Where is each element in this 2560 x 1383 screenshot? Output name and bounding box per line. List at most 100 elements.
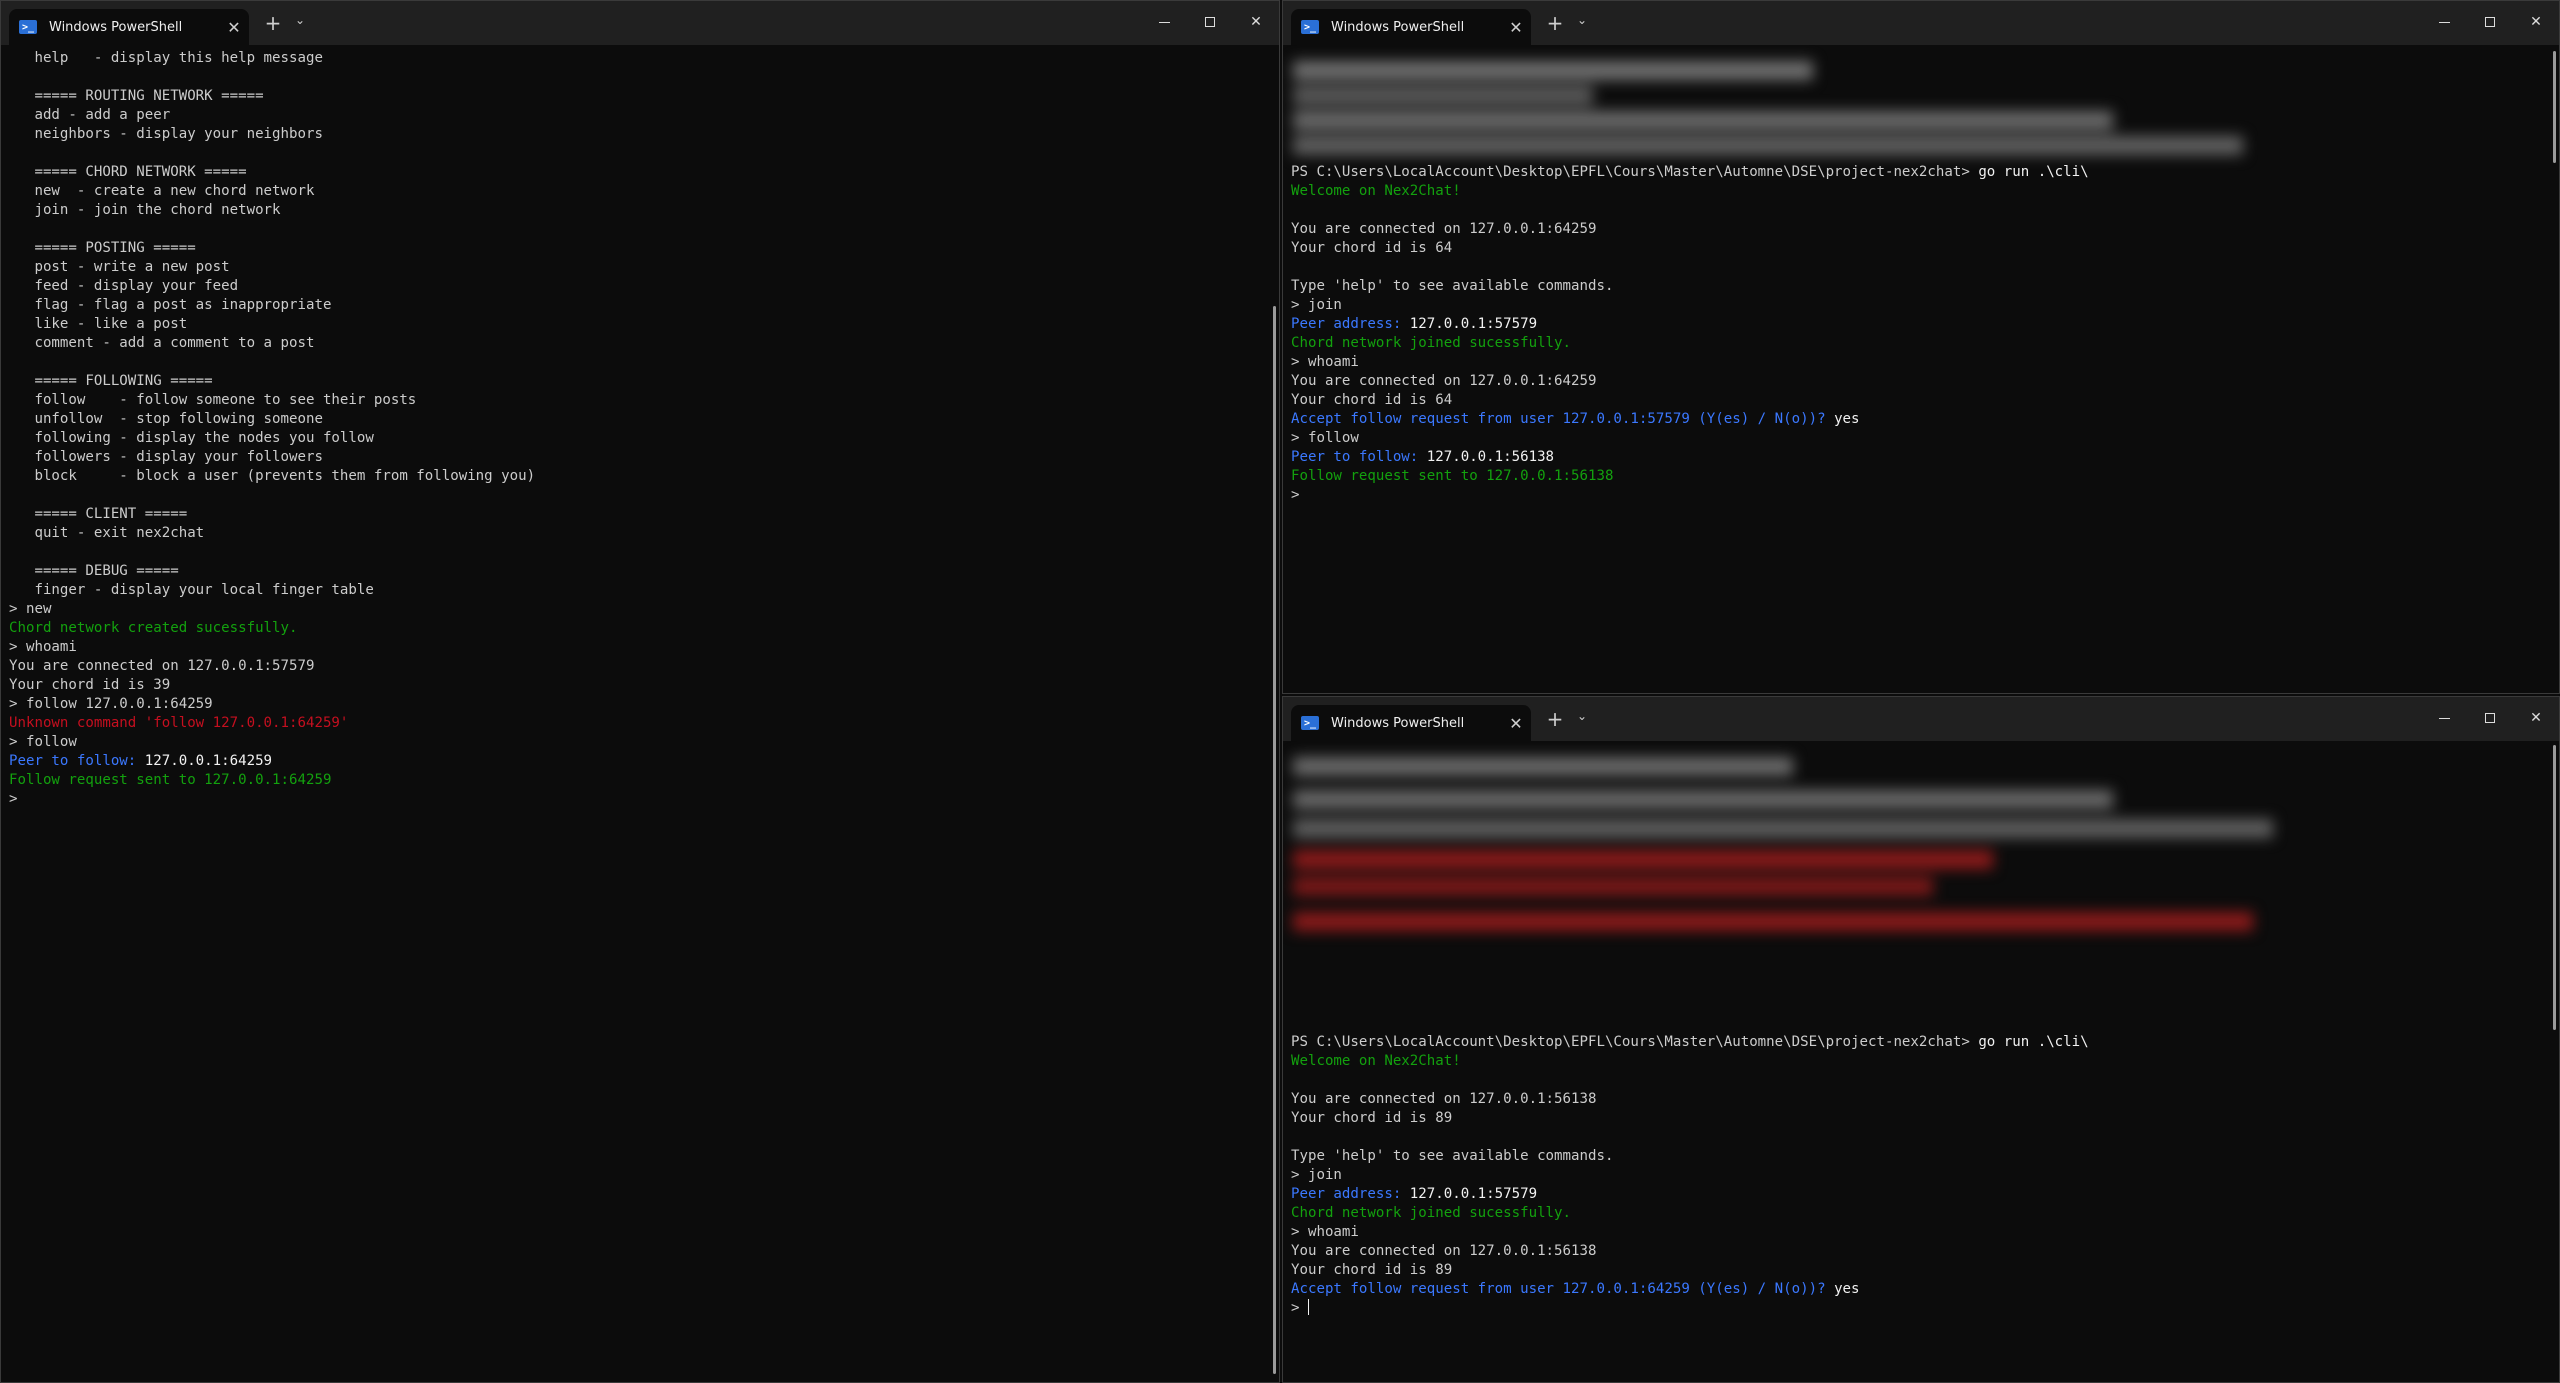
line-text: > xyxy=(9,791,18,807)
line-text: ===== POSTING ===== xyxy=(9,240,196,256)
line-text: Peer to follow: xyxy=(1291,449,1427,465)
chevron-down-icon[interactable]: ⌄ xyxy=(1573,709,1591,723)
scrollbar[interactable] xyxy=(2553,745,2556,1030)
terminal-line: Peer address: 127.0.0.1:57579 xyxy=(1291,1185,2541,1204)
terminal-line: > whoami xyxy=(9,638,1261,657)
terminal-line: Your chord id is 89 xyxy=(1291,1261,2541,1280)
terminal-line: follow - follow someone to see their pos… xyxy=(9,391,1261,410)
title-bar[interactable]: >_ Windows PowerShell ✕ + ⌄ ✕ xyxy=(1283,697,2559,741)
terminal-line: > follow 127.0.0.1:64259 xyxy=(9,695,1261,714)
terminal-line: PS C:\Users\LocalAccount\Desktop\EPFL\Co… xyxy=(1291,163,2541,182)
terminal-line: join - join the chord network xyxy=(9,201,1261,220)
title-bar[interactable]: >_ Windows PowerShell ✕ + ⌄ ✕ xyxy=(1283,1,2559,45)
tab-title: Windows PowerShell xyxy=(1331,19,1465,35)
scrollbar[interactable] xyxy=(1273,306,1276,1374)
terminal-output[interactable]: help - display this help message ===== R… xyxy=(9,49,1261,1382)
terminal-line: Type 'help' to see available commands. xyxy=(1291,1147,2541,1166)
close-window-button[interactable]: ✕ xyxy=(1233,7,1279,37)
maximize-button[interactable] xyxy=(1187,7,1233,37)
line-text: quit - exit nex2chat xyxy=(9,525,205,541)
line-input-value: 127.0.0.1:64259 xyxy=(144,753,273,769)
terminal-line: > xyxy=(9,790,1261,809)
line-text: ===== CHORD NETWORK ===== xyxy=(9,164,247,180)
terminal-line: add - add a peer xyxy=(9,106,1261,125)
minimize-button[interactable] xyxy=(2421,7,2467,37)
terminal-line: neighbors - display your neighbors xyxy=(9,125,1261,144)
line-text: > whoami xyxy=(1291,1224,1359,1240)
line-text: > join xyxy=(1291,1167,1342,1183)
terminal-output[interactable]: PS C:\Users\LocalAccount\Desktop\EPFL\Co… xyxy=(1291,163,2541,693)
minimize-button[interactable] xyxy=(2421,703,2467,733)
close-tab-icon[interactable]: ✕ xyxy=(1501,714,1531,733)
scrollbar[interactable] xyxy=(2553,51,2556,163)
terminal-line: like - like a post xyxy=(9,315,1261,334)
terminal-line: comment - add a comment to a post xyxy=(9,334,1261,353)
line-text: Chord network created sucessfully. xyxy=(9,620,298,636)
line-text: neighbors - display your neighbors xyxy=(9,126,323,142)
line-text: Welcome on Nex2Chat! xyxy=(1291,1053,1461,1069)
terminal-line: Chord network joined sucessfully. xyxy=(1291,1204,2541,1223)
terminal-line: PS C:\Users\LocalAccount\Desktop\EPFL\Co… xyxy=(1291,1033,2541,1052)
close-window-button[interactable]: ✕ xyxy=(2513,703,2559,733)
terminal-line: > whoami xyxy=(1291,353,2541,372)
terminal-tab[interactable]: >_ Windows PowerShell ✕ xyxy=(9,9,249,45)
powershell-window-top-right[interactable]: >_ Windows PowerShell ✕ + ⌄ ✕ PS C:\User… xyxy=(1282,0,2560,694)
redacted-output xyxy=(1293,747,2293,1027)
tab-title: Windows PowerShell xyxy=(1331,715,1465,731)
maximize-button[interactable] xyxy=(2467,703,2513,733)
powershell-window-left[interactable]: >_ Windows PowerShell ✕ + ⌄ ✕ help - dis… xyxy=(0,0,1280,1383)
terminal-line: Follow request sent to 127.0.0.1:56138 xyxy=(1291,467,2541,486)
terminal-line: ===== CLIENT ===== xyxy=(9,505,1261,524)
terminal-line: You are connected on 127.0.0.1:56138 xyxy=(1291,1242,2541,1261)
line-text: like - like a post xyxy=(9,316,188,332)
terminal-line: You are connected on 127.0.0.1:64259 xyxy=(1291,220,2541,239)
terminal-line: > follow xyxy=(1291,429,2541,448)
close-tab-icon[interactable]: ✕ xyxy=(219,18,249,37)
powershell-icon: >_ xyxy=(19,20,37,34)
line-text: Your chord id is 89 xyxy=(1291,1262,1453,1278)
line-text: > follow xyxy=(1291,430,1359,446)
chevron-down-icon[interactable]: ⌄ xyxy=(1573,13,1591,27)
line-text: > whoami xyxy=(9,639,77,655)
line-text: You are connected on 127.0.0.1:64259 xyxy=(1291,373,1597,389)
terminal-line: block - block a user (prevents them from… xyxy=(9,467,1261,486)
terminal-line: ===== FOLLOWING ===== xyxy=(9,372,1261,391)
terminal-line: unfollow - stop following someone xyxy=(9,410,1261,429)
terminal-line: > xyxy=(1291,486,2541,505)
line-text: unfollow - stop following someone xyxy=(9,411,323,427)
terminal-line: Accept follow request from user 127.0.0.… xyxy=(1291,1280,2541,1299)
line-text: > join xyxy=(1291,297,1342,313)
line-text: ===== CLIENT ===== xyxy=(9,506,188,522)
line-text: Follow request sent to 127.0.0.1:56138 xyxy=(1291,468,1614,484)
terminal-tab[interactable]: >_ Windows PowerShell ✕ xyxy=(1291,705,1531,741)
terminal-tab[interactable]: >_ Windows PowerShell ✕ xyxy=(1291,9,1531,45)
terminal-line: flag - flag a post as inappropriate xyxy=(9,296,1261,315)
line-text: Your chord id is 89 xyxy=(1291,1110,1453,1126)
chevron-down-icon[interactable]: ⌄ xyxy=(291,13,309,27)
new-tab-button[interactable]: + xyxy=(1543,11,1567,35)
line-text: Type 'help' to see available commands. xyxy=(1291,1148,1614,1164)
terminal-line: > follow xyxy=(9,733,1261,752)
new-tab-button[interactable]: + xyxy=(261,11,285,35)
powershell-window-bottom-right[interactable]: >_ Windows PowerShell ✕ + ⌄ ✕ PS C:\User… xyxy=(1282,696,2560,1383)
line-text: You are connected on 127.0.0.1:56138 xyxy=(1291,1091,1597,1107)
minimize-button[interactable] xyxy=(1141,7,1187,37)
title-bar[interactable]: >_ Windows PowerShell ✕ + ⌄ ✕ xyxy=(1,1,1279,45)
maximize-button[interactable] xyxy=(2467,7,2513,37)
text-cursor xyxy=(1307,1299,1309,1315)
line-text: following - display the nodes you follow xyxy=(9,430,374,446)
redacted-output xyxy=(1293,53,2293,163)
new-tab-button[interactable]: + xyxy=(1543,707,1567,731)
terminal-output[interactable]: PS C:\Users\LocalAccount\Desktop\EPFL\Co… xyxy=(1291,1033,2541,1382)
terminal-line: ===== DEBUG ===== xyxy=(9,562,1261,581)
line-text: new - create a new chord network xyxy=(9,183,315,199)
line-text: Chord network joined sucessfully. xyxy=(1291,1205,1572,1221)
terminal-line: Chord network joined sucessfully. xyxy=(1291,334,2541,353)
close-tab-icon[interactable]: ✕ xyxy=(1501,18,1531,37)
close-window-button[interactable]: ✕ xyxy=(2513,7,2559,37)
